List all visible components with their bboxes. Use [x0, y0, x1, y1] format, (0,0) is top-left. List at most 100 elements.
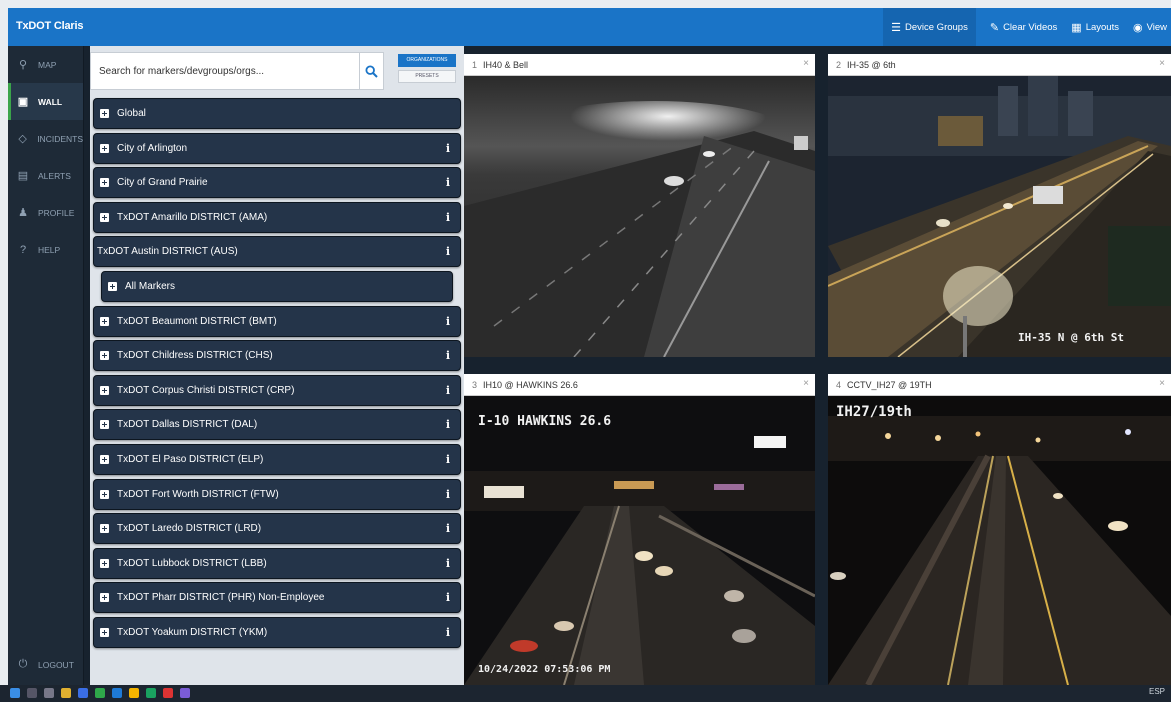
org-item[interactable]: TxDOT Pharr DISTRICT (PHR) Non-Employee i [93, 582, 461, 614]
org-item[interactable]: All Markers [101, 270, 453, 302]
org-label: City of Grand Prairie [117, 177, 208, 189]
expand-plus-icon[interactable] [100, 316, 109, 326]
expand-plus-icon[interactable] [100, 593, 109, 603]
org-list: Global City of Arlington i City of Grand Pr… [93, 98, 461, 685]
org-item[interactable]: TxDOT Yoakum DISTRICT (YKM) i [93, 616, 461, 648]
chrome-icon[interactable] [129, 688, 139, 698]
app-icon[interactable] [163, 688, 173, 698]
eye-icon: ◉ [1132, 21, 1143, 34]
expand-plus-icon[interactable] [100, 351, 109, 361]
expand-plus-icon[interactable] [100, 627, 109, 637]
video-tile-1[interactable]: 1 IH40 & Bell × [464, 54, 815, 357]
org-item[interactable]: TxDOT Amarillo DISTRICT (AMA) i [93, 201, 461, 233]
info-icon[interactable]: i [446, 315, 450, 328]
presets-toggle[interactable]: PRESETS [398, 70, 456, 83]
info-icon[interactable]: i [446, 626, 450, 639]
camera-overlay-text: IH27/19th [836, 404, 912, 420]
expand-plus-icon[interactable] [100, 212, 109, 222]
expand-plus-icon[interactable] [100, 420, 109, 430]
search-button[interactable] [359, 53, 383, 89]
expand-plus-icon[interactable] [100, 178, 109, 188]
close-icon[interactable]: × [803, 58, 809, 69]
org-item[interactable]: Global [93, 98, 461, 129]
info-icon[interactable]: i [446, 142, 450, 155]
expand-plus-icon[interactable] [100, 524, 109, 534]
info-icon[interactable]: i [446, 176, 450, 189]
video-tile-3[interactable]: 3 IH10 @ HAWKINS 26.6 × I-10 HAWKINS 26.… [464, 374, 815, 685]
view-button[interactable]: ◉ View [1133, 21, 1167, 34]
org-label: TxDOT Lubbock DISTRICT (LBB) [117, 557, 267, 569]
list-icon: ☰ [891, 21, 901, 34]
windows-start-icon[interactable] [10, 688, 20, 698]
app-icon[interactable] [78, 688, 88, 698]
org-item[interactable]: TxDOT Corpus Christi DISTRICT (CRP) i [93, 374, 461, 406]
clear-videos-button[interactable]: ✎ Clear Videos [990, 21, 1057, 34]
org-item[interactable]: TxDOT Austin DISTRICT (AUS) i [93, 236, 461, 268]
close-icon[interactable]: × [803, 378, 809, 389]
taskbar-icons [10, 688, 190, 698]
org-item[interactable]: TxDOT El Paso DISTRICT (ELP) i [93, 443, 461, 475]
incident-icon: ◇ [18, 133, 27, 145]
org-label: TxDOT Childress DISTRICT (CHS) [117, 350, 273, 362]
info-icon[interactable]: i [446, 349, 450, 362]
expand-plus-icon[interactable] [100, 143, 109, 153]
info-icon[interactable]: i [446, 591, 450, 604]
info-icon[interactable]: i [446, 522, 450, 535]
expand-plus-icon[interactable] [100, 454, 109, 464]
search-box [90, 52, 384, 90]
org-label: TxDOT Corpus Christi DISTRICT (CRP) [117, 384, 295, 396]
search-icon[interactable] [27, 688, 37, 698]
info-icon[interactable]: i [446, 245, 450, 258]
org-item[interactable]: TxDOT Childress DISTRICT (CHS) i [93, 340, 461, 372]
video-tile-2[interactable]: 2 IH-35 @ 6th × IH-35 N @ 6th St [828, 54, 1171, 357]
close-icon[interactable]: × [1159, 58, 1165, 69]
nav-item-alerts[interactable]: ▤ ALERTS [8, 157, 83, 194]
info-icon[interactable]: i [446, 488, 450, 501]
info-icon[interactable]: i [446, 211, 450, 224]
info-icon[interactable]: i [446, 453, 450, 466]
org-item[interactable]: TxDOT Dallas DISTRICT (DAL) i [93, 409, 461, 441]
info-icon[interactable]: i [446, 418, 450, 431]
org-item[interactable]: TxDOT Beaumont DISTRICT (BMT) i [93, 305, 461, 337]
tile-index: 1 [472, 59, 478, 70]
nav-item-profile[interactable]: ♟ PROFILE [8, 194, 83, 231]
layouts-button[interactable]: ▦ Layouts [1071, 21, 1119, 34]
file-explorer-icon[interactable] [61, 688, 71, 698]
org-item[interactable]: City of Grand Prairie i [93, 167, 461, 199]
search-input[interactable] [91, 53, 359, 89]
view-toggle: ORGANIZATIONS PRESETS [398, 54, 456, 86]
org-label: TxDOT Dallas DISTRICT (DAL) [117, 419, 258, 431]
nav-item-map[interactable]: ⚲ MAP [8, 46, 83, 83]
eraser-icon: ✎ [989, 21, 1000, 34]
org-item[interactable]: TxDOT Lubbock DISTRICT (LBB) i [93, 547, 461, 579]
expand-plus-icon[interactable] [108, 281, 117, 291]
org-item[interactable]: City of Arlington i [93, 132, 461, 164]
video-tile-4[interactable]: 4 CCTV_IH27 @ 19TH × IH27/19th [828, 374, 1171, 685]
org-label: TxDOT Austin DISTRICT (AUS) [97, 246, 238, 258]
nav-item-wall[interactable]: ▣ WALL [8, 83, 83, 120]
nav-item-label: PROFILE [38, 207, 75, 218]
task-view-icon[interactable] [44, 688, 54, 698]
info-icon[interactable]: i [446, 557, 450, 570]
expand-plus-icon[interactable] [100, 489, 109, 499]
logout-button[interactable]: ⏻ LOGOUT [8, 646, 84, 683]
close-icon[interactable]: × [1159, 378, 1165, 389]
app-icon[interactable] [180, 688, 190, 698]
toolbar-label: Clear Videos [1003, 21, 1058, 33]
nav-item-label: ALERTS [38, 170, 71, 181]
expand-plus-icon[interactable] [100, 558, 109, 568]
tile-header: 2 IH-35 @ 6th × [828, 54, 1171, 76]
org-item[interactable]: TxDOT Laredo DISTRICT (LRD) i [93, 513, 461, 545]
edge-icon[interactable] [112, 688, 122, 698]
nav-item-help[interactable]: ? HELP [8, 231, 83, 268]
nav-item-incidents[interactable]: ◇ INCIDENTS [8, 120, 83, 157]
org-item[interactable]: TxDOT Fort Worth DISTRICT (FTW) i [93, 478, 461, 510]
organizations-toggle[interactable]: ORGANIZATIONS [398, 54, 456, 67]
expand-plus-icon[interactable] [100, 109, 109, 118]
app-icon[interactable] [146, 688, 156, 698]
tile-title: CCTV_IH27 @ 19TH [847, 379, 932, 390]
app-icon[interactable] [95, 688, 105, 698]
info-icon[interactable]: i [446, 384, 450, 397]
device-groups-button[interactable]: ☰ Device Groups [883, 8, 976, 46]
expand-plus-icon[interactable] [100, 385, 109, 395]
